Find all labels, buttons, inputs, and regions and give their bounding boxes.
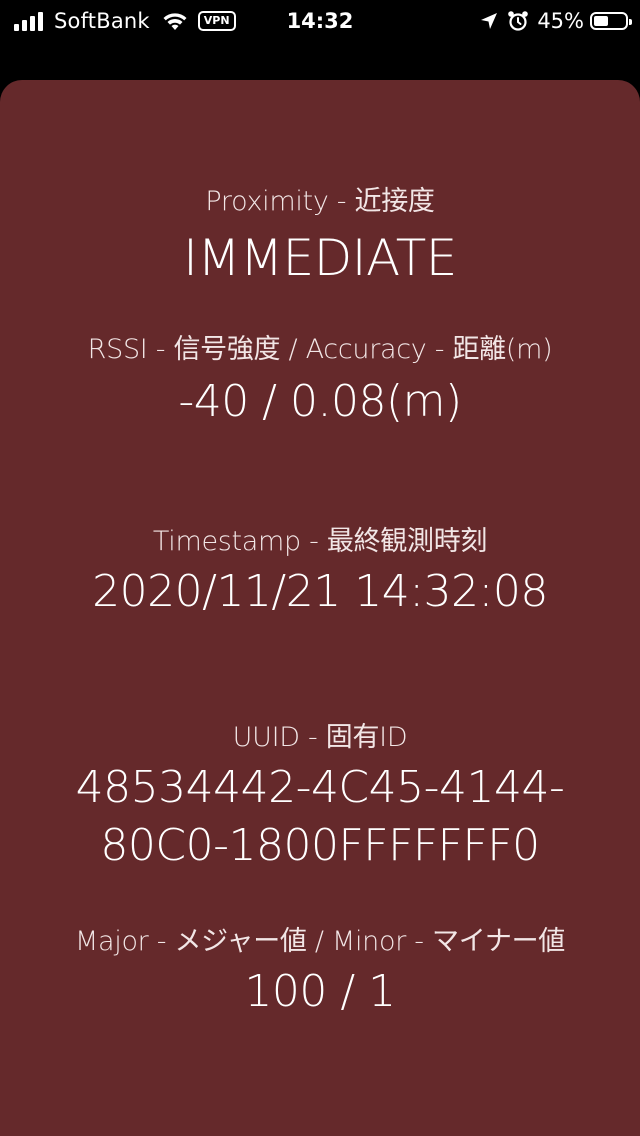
rssi-accuracy-label: RSSI - 信号強度 / Accuracy - 距離(m) bbox=[87, 334, 553, 365]
uuid-label: UUID - 固有ID bbox=[232, 722, 408, 753]
alarm-clock-icon bbox=[508, 11, 529, 31]
uuid-value-line-1: 48534442-4C45-4144- bbox=[75, 762, 565, 813]
rssi-accuracy-value: -40 / 0.08(m) bbox=[178, 376, 462, 427]
location-arrow-icon bbox=[481, 13, 498, 29]
uuid-value-line-2: 80C0-1800FFFFFFF0 bbox=[100, 820, 540, 871]
battery-icon bbox=[590, 12, 632, 30]
proximity-label: Proximity - 近接度 bbox=[205, 186, 435, 217]
proximity-value: IMMEDIATE bbox=[183, 229, 457, 287]
timestamp-value: 2020/11/21 14:32:08 bbox=[92, 566, 548, 617]
beacon-info-card: Proximity - 近接度 IMMEDIATE RSSI - 信号強度 / … bbox=[0, 80, 640, 1136]
battery-level bbox=[594, 16, 608, 26]
battery-percent: 45% bbox=[537, 9, 584, 33]
status-bar-right: 45% bbox=[479, 8, 632, 34]
major-minor-value: 100 / 1 bbox=[244, 966, 396, 1017]
status-bar: SoftBank VPN 14:32 45% bbox=[0, 0, 640, 44]
major-minor-label: Major - メジャー値 / Minor - マイナー値 bbox=[75, 926, 565, 957]
timestamp-label: Timestamp - 最終観測時刻 bbox=[152, 526, 488, 557]
